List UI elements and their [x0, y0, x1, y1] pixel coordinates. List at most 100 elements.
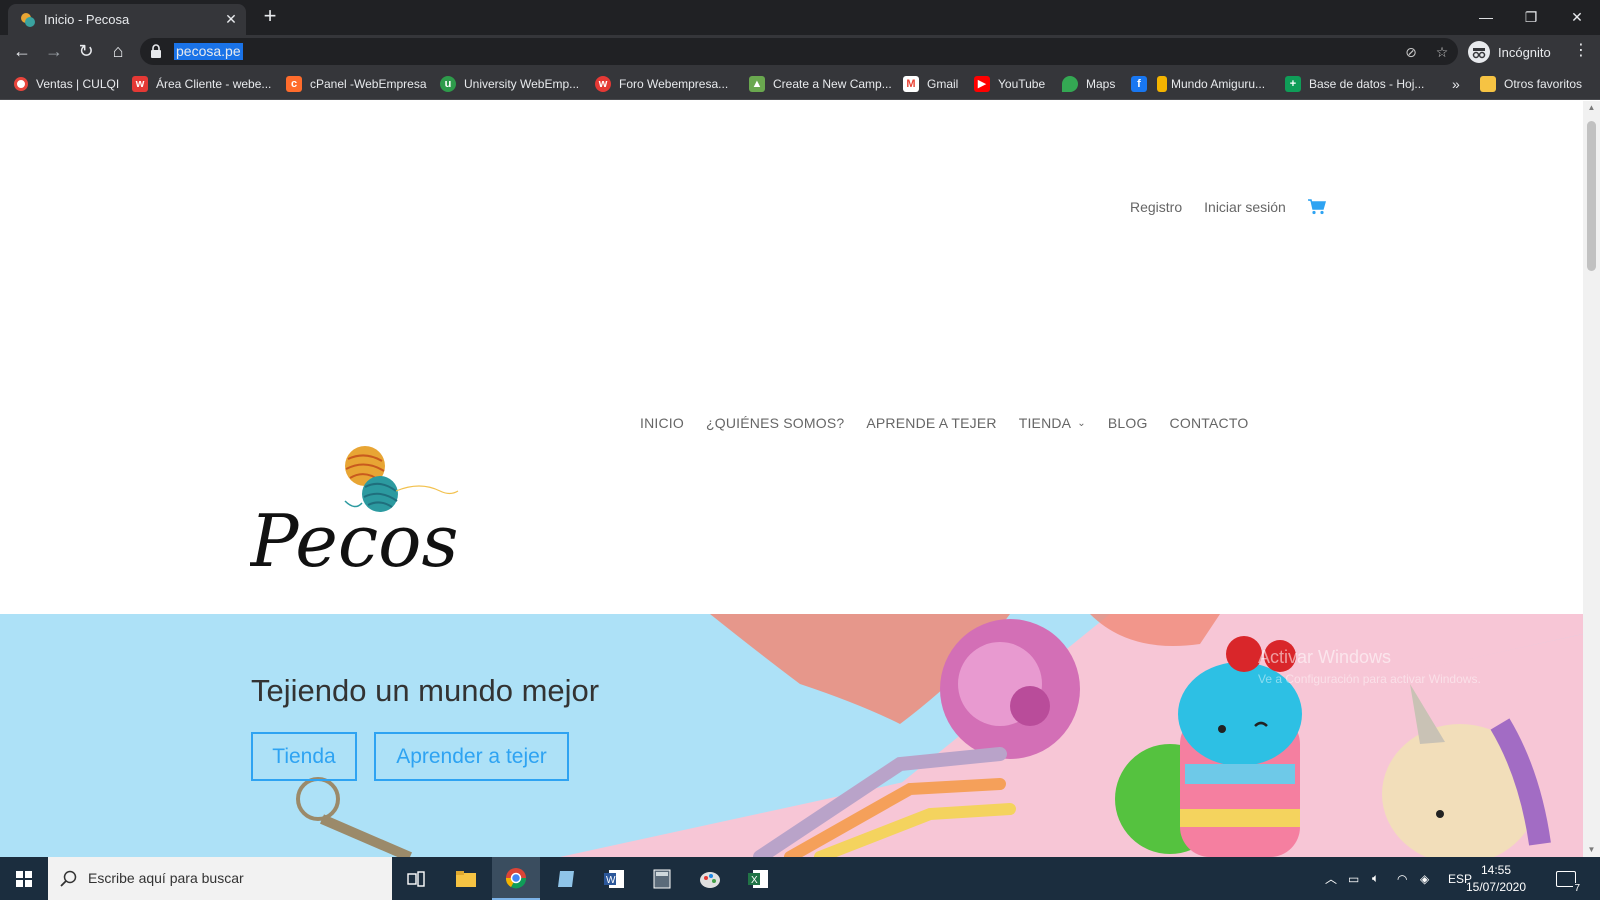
bookmark-base-de-datos[interactable]: + Base de datos - Hoj... [1285, 75, 1424, 93]
svg-text:W: W [606, 875, 616, 886]
logo-wordmark: Pecosa [250, 499, 460, 583]
bookmark-youtube[interactable]: ▶ YouTube [974, 75, 1045, 93]
yarn-favicon-icon [21, 13, 35, 27]
nav-contacto[interactable]: CONTACTO [1170, 415, 1249, 431]
bookmark-campaign[interactable]: ▲ Create a New Camp... [749, 75, 892, 93]
search-placeholder: Escribe aquí para buscar [88, 870, 244, 886]
search-icon [60, 870, 77, 887]
cart-icon[interactable] [1307, 199, 1326, 215]
bookmark-maps[interactable]: Maps [1062, 75, 1115, 93]
page-scrollbar[interactable]: ▲ ▼ [1583, 101, 1600, 857]
nav-quienes-somos[interactable]: ¿QUIÉNES SOMOS? [706, 415, 844, 431]
maps-icon [1062, 76, 1078, 92]
webempresa-icon: w [132, 76, 148, 92]
pecosa-logo[interactable]: Pecosa [250, 441, 460, 586]
action-center-icon[interactable]: 7 [1556, 857, 1581, 900]
taskbar-clock[interactable]: 14:55 15/07/2020 [1462, 862, 1530, 896]
campaign-icon: ▲ [749, 76, 765, 92]
browser-toolbar: ← → ↻ ⌂ pecosa.pe ⊘ ☆ Incógnito ⋮ [0, 35, 1600, 68]
culqi-icon [14, 77, 28, 91]
volume-icon[interactable]: 🔈︎ [1372, 857, 1379, 900]
browser-tab[interactable]: Inicio - Pecosa ✕ [8, 4, 246, 35]
scroll-up-icon[interactable]: ▲ [1586, 103, 1597, 113]
file-explorer-icon[interactable] [442, 857, 490, 900]
gmail-icon: M [903, 76, 919, 92]
tab-title: Inicio - Pecosa [44, 12, 130, 27]
start-button[interactable] [0, 857, 48, 900]
activate-windows-watermark: Activar Windows [1258, 647, 1392, 667]
scroll-down-icon[interactable]: ▼ [1586, 845, 1597, 855]
bookmarks-overflow[interactable]: » [1452, 75, 1460, 93]
paint-icon[interactable] [686, 857, 734, 900]
chevron-down-icon: ⌄ [1077, 417, 1086, 429]
more-menu-icon[interactable]: ⋮ [1572, 40, 1590, 62]
youtube-icon: ▶ [974, 76, 990, 92]
bookmarks-bar: Ventas | CULQI w Área Cliente - webe... c… [0, 68, 1600, 100]
close-tab-icon[interactable]: ✕ [222, 10, 240, 28]
close-window-icon[interactable]: ✕ [1563, 5, 1591, 29]
nav-aprende-a-tejer[interactable]: APRENDE A TEJER [866, 415, 996, 431]
restore-icon[interactable]: ❐ [1517, 5, 1545, 29]
incognito-label: Incógnito [1498, 44, 1551, 60]
bookmark-mundo-amigurumi[interactable]: Mundo Amiguru... [1157, 75, 1265, 93]
star-icon[interactable]: ☆ [1433, 43, 1451, 61]
tray-expand-icon[interactable]: ︿ [1325, 857, 1337, 900]
task-view-icon[interactable] [392, 857, 440, 900]
nav-tienda[interactable]: TIENDA ⌄ [1019, 415, 1086, 431]
clock-time: 14:55 [1480, 863, 1512, 877]
bookmark-cpanel[interactable]: c cPanel -WebEmpresa [286, 75, 427, 93]
notepad-icon[interactable] [542, 857, 590, 900]
main-navigation: INICIO ¿QUIÉNES SOMOS? APRENDE A TEJER T… [640, 415, 1270, 431]
other-bookmarks[interactable]: Otros favoritos [1480, 75, 1582, 93]
bookmark-culqi[interactable]: Ventas | CULQI [14, 75, 119, 93]
reload-icon[interactable]: ↻ [74, 39, 98, 63]
windows-taskbar: Escribe aquí para buscar W X ︿ ▭ 🔈︎ ◠ ◈ … [0, 857, 1600, 900]
forward-icon[interactable]: → [42, 39, 66, 63]
notification-count: 7 [1573, 882, 1581, 894]
clock-date: 15/07/2020 [1465, 880, 1527, 894]
bookmark-gmail[interactable]: M Gmail [903, 75, 958, 93]
shop-button[interactable]: Tienda [251, 732, 357, 781]
taskbar-search[interactable]: Escribe aquí para buscar [48, 857, 392, 900]
chrome-taskbar-icon[interactable] [492, 857, 540, 900]
lock-icon [151, 44, 161, 58]
nav-blog[interactable]: BLOG [1108, 415, 1148, 431]
login-link[interactable]: Iniciar sesión [1204, 199, 1286, 215]
university-icon: u [440, 76, 456, 92]
activate-windows-subtext: Ve a Configuración para activar Windows. [1258, 672, 1481, 686]
new-tab-icon[interactable]: + [259, 5, 281, 28]
nav-inicio[interactable]: INICIO [640, 415, 684, 431]
tab-strip: Inicio - Pecosa ✕ + — ❐ ✕ [0, 0, 1600, 35]
account-links: Registro Iniciar sesión [1130, 199, 1326, 215]
url-text[interactable]: pecosa.pe [174, 43, 243, 60]
svg-text:X: X [751, 875, 758, 886]
bookmark-facebook[interactable]: f [1131, 75, 1155, 93]
folder-icon [1480, 76, 1496, 92]
incognito-profile[interactable]: Incógnito [1468, 39, 1551, 65]
back-icon[interactable]: ← [10, 39, 34, 63]
bookmark-area-cliente[interactable]: w Área Cliente - webe... [132, 75, 271, 93]
dropbox-icon[interactable]: ◈ [1420, 857, 1429, 900]
hero-title: Tejiendo un mundo mejor [251, 673, 600, 708]
battery-icon[interactable]: ▭ [1348, 857, 1359, 900]
incognito-icon [1468, 41, 1490, 63]
cpanel-icon: c [286, 76, 302, 92]
learn-to-knit-button[interactable]: Aprender a tejer [374, 732, 569, 781]
windows-logo-icon [16, 871, 32, 887]
bookmark-foro[interactable]: w Foro Webempresa... [595, 75, 728, 93]
register-link[interactable]: Registro [1130, 199, 1182, 215]
wifi-icon[interactable]: ◠ [1397, 857, 1407, 900]
home-icon[interactable]: ⌂ [106, 39, 130, 63]
bookmark-university[interactable]: u University WebEmp... [440, 75, 579, 93]
excel-icon[interactable]: X [734, 857, 782, 900]
minimize-icon[interactable]: — [1472, 5, 1500, 29]
word-icon[interactable]: W [590, 857, 638, 900]
calculator-icon[interactable] [638, 857, 686, 900]
scrollbar-thumb[interactable] [1587, 121, 1596, 271]
address-bar[interactable]: pecosa.pe ⊘ ☆ [140, 38, 1458, 65]
eye-off-icon[interactable]: ⊘ [1402, 43, 1420, 61]
foro-icon: w [595, 76, 611, 92]
web-page: Registro Iniciar sesión INICIO ¿QUIÉNES … [0, 101, 1583, 857]
facebook-icon: f [1131, 76, 1147, 92]
sheets-icon: + [1285, 76, 1301, 92]
